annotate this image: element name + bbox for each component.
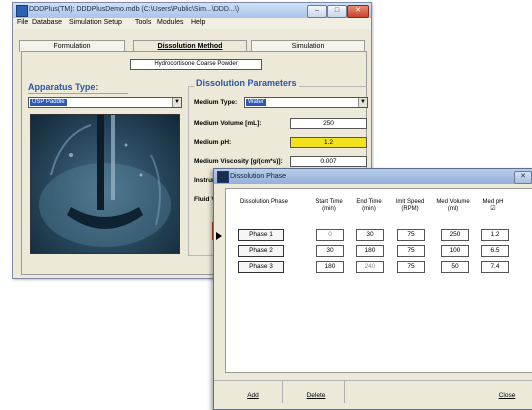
col-header-end-time: End Time (min): [350, 199, 388, 213]
dialog-close-button[interactable]: ✕: [514, 171, 532, 184]
dialog-button-divider: [214, 380, 532, 381]
medium-type-value: Water: [246, 99, 266, 106]
medium-ph-label: Medium pH:: [194, 139, 232, 146]
col-header-line1: Dissolution Phase: [239, 199, 289, 205]
col-header-ph: Med pH ☑: [478, 199, 508, 213]
col-header-speed: Imit Speed (RPM): [390, 199, 430, 213]
main-title-bar[interactable]: DDDPlus(TM): DDDPlusDemo.mdb (C:\Users\P…: [13, 3, 371, 18]
close-button[interactable]: ✕: [347, 5, 369, 18]
product-name-field: Hydrocortisone Coarse Powder: [130, 59, 262, 70]
start-time-cell[interactable]: 180: [316, 261, 344, 273]
dialog-title: Dissolution Phase: [230, 173, 287, 180]
delete-button[interactable]: Delete: [296, 389, 336, 402]
end-time-cell[interactable]: 240: [356, 261, 384, 273]
menu-tools[interactable]: Tools: [135, 19, 151, 26]
button-separator: [344, 381, 345, 403]
ph-cell[interactable]: 6.5: [481, 245, 509, 257]
start-time-cell[interactable]: 30: [316, 245, 344, 257]
dialog-close-text-button[interactable]: Close: [490, 389, 524, 402]
menu-file[interactable]: File: [17, 19, 28, 26]
col-header-start-time: Start Time (min): [310, 199, 348, 213]
ph-cell[interactable]: 7.4: [481, 261, 509, 273]
apparatus-type-value: USP Paddle: [30, 99, 67, 106]
medium-viscosity-label: Medium Viscosity [g/(cm*s)]:: [194, 158, 283, 165]
ph-cell[interactable]: 1.2: [481, 229, 509, 241]
volume-cell[interactable]: 100: [441, 245, 469, 257]
menu-modules[interactable]: Modules: [157, 19, 183, 26]
menu-database[interactable]: Database: [32, 19, 62, 26]
speed-cell[interactable]: 75: [397, 229, 425, 241]
chevron-down-icon[interactable]: ▼: [172, 98, 181, 107]
col-header-line1: Start Time: [315, 199, 343, 205]
phase-button-1[interactable]: Phase 1: [238, 229, 284, 241]
col-header-line1: Med Volume: [436, 199, 470, 205]
menu-help[interactable]: Help: [191, 19, 205, 26]
phase-button-2[interactable]: Phase 2: [238, 245, 284, 257]
menu-bar: File Database Simulation Setup Tools Mod…: [13, 18, 371, 29]
button-separator: [282, 381, 283, 403]
col-header-line2: (ml): [447, 206, 459, 212]
col-header-volume: Med Volume (ml): [432, 199, 474, 213]
col-header-phase: Dissolution Phase: [236, 199, 292, 206]
col-header-line1: Med pH: [482, 199, 504, 205]
minimize-button[interactable]: ‒: [307, 5, 327, 18]
volume-cell[interactable]: 250: [441, 229, 469, 241]
current-row-arrow-icon: [216, 232, 222, 240]
phase-table: Dissolution Phase Start Time (min) End T…: [225, 188, 532, 373]
end-time-cell[interactable]: 30: [356, 229, 384, 241]
dialog-icon: [217, 171, 229, 183]
dialog-title-bar[interactable]: Dissolution Phase ✕: [214, 169, 532, 184]
menu-simulation-setup[interactable]: Simulation Setup: [69, 19, 122, 26]
dissolution-parameters-title: Dissolution Parameters: [194, 78, 299, 88]
medium-viscosity-field[interactable]: 0.007: [290, 156, 367, 167]
medium-type-select[interactable]: Water ▼: [244, 97, 368, 108]
medium-ph-field[interactable]: 1.2: [290, 137, 367, 148]
end-time-cell[interactable]: 180: [356, 245, 384, 257]
col-header-line1: End Time: [356, 199, 382, 205]
col-header-line2: (RPM): [401, 206, 419, 212]
speed-cell[interactable]: 75: [397, 245, 425, 257]
speed-cell[interactable]: 75: [397, 261, 425, 273]
apparatus-type-label: Apparatus Type:: [28, 82, 129, 94]
chevron-down-icon[interactable]: ▼: [358, 98, 367, 107]
phase-button-3[interactable]: Phase 3: [238, 261, 284, 273]
medium-volume-field[interactable]: 250: [290, 118, 367, 129]
maximize-button[interactable]: □: [327, 5, 347, 18]
medium-volume-label: Medium Volume [mL]:: [194, 120, 262, 127]
dissolution-phase-dialog: Dissolution Phase ✕ Dissolution Phase St…: [213, 168, 532, 410]
volume-cell[interactable]: 50: [441, 261, 469, 273]
add-button[interactable]: Add: [236, 389, 270, 402]
ph-checkbox[interactable]: ☑: [478, 206, 508, 213]
medium-type-label: Medium Type:: [194, 99, 238, 106]
col-header-line1: Imit Speed: [395, 199, 425, 205]
apparatus-image: [30, 114, 180, 254]
col-header-line2: (min): [362, 206, 376, 212]
apparatus-type-select[interactable]: USP Paddle ▼: [28, 97, 182, 108]
start-time-cell[interactable]: 0: [316, 229, 344, 241]
main-window-title: DDDPlus(TM): DDDPlusDemo.mdb (C:\Users\P…: [29, 6, 240, 13]
app-icon: [16, 5, 28, 17]
col-header-line2: (min): [322, 206, 336, 212]
